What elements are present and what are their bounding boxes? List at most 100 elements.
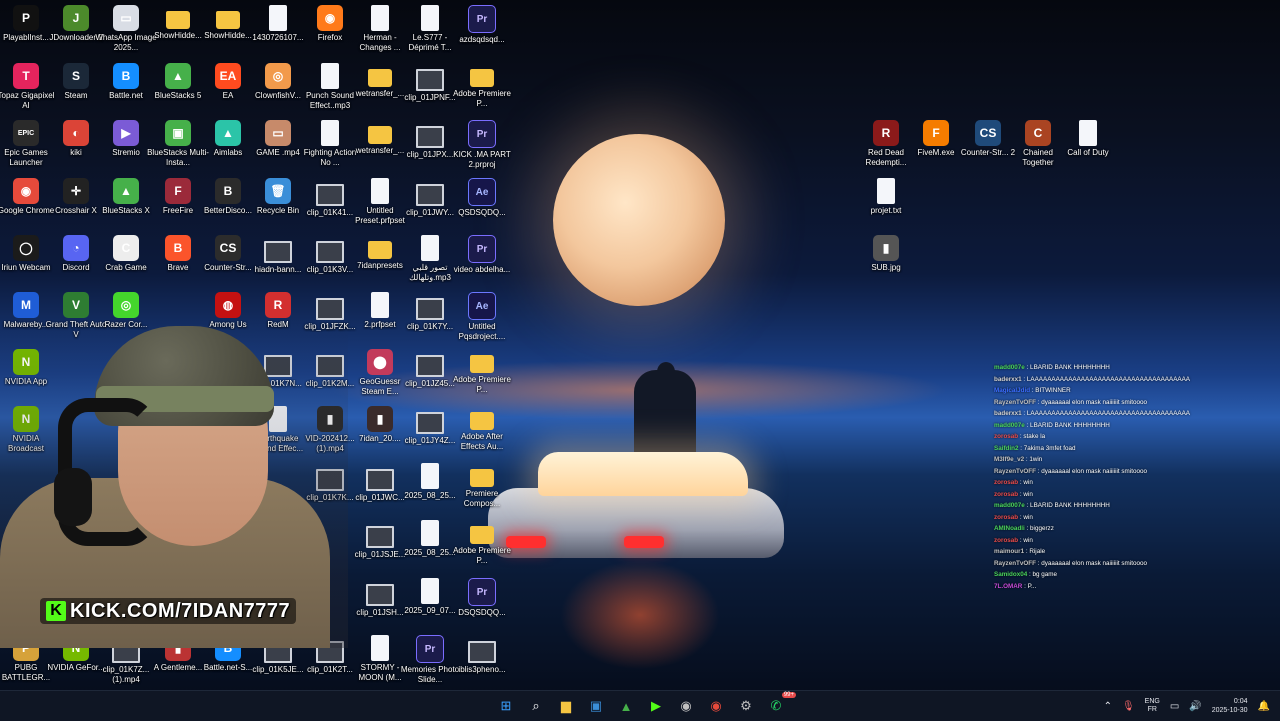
kick-icon[interactable]: ▶ bbox=[644, 694, 668, 718]
chat-username[interactable]: Samidox04 bbox=[994, 571, 1027, 578]
chat-username[interactable]: madd007e bbox=[994, 422, 1025, 429]
desktop-icon[interactable]: 2025_08_25... bbox=[404, 463, 456, 501]
file-icon bbox=[421, 463, 439, 489]
desktop-icon[interactable]: Punch Sound Effect..mp3 bbox=[304, 63, 356, 111]
video-thumbnail-icon bbox=[366, 584, 394, 606]
chat-text: : LAAAAAAAAAAAAAAAAAAAAAAAAAAAAAAAAAAAAA… bbox=[1021, 410, 1191, 417]
chat-username[interactable]: MagicalJdid bbox=[994, 387, 1030, 394]
chrome-icon[interactable]: ◉ bbox=[704, 694, 728, 718]
chat-username[interactable]: maimour1 bbox=[994, 548, 1024, 555]
start-icon[interactable]: ⊞ bbox=[494, 694, 518, 718]
desktop-icon[interactable]: Adobe Premiere P... bbox=[453, 520, 511, 566]
desktop-icon[interactable]: T Topaz Gigapixel AI bbox=[0, 63, 54, 111]
chat-username[interactable]: madd007e bbox=[994, 502, 1025, 509]
desktop-icon[interactable]: C Crab Game bbox=[100, 235, 152, 273]
desktop-icon[interactable]: clip_01JY4Z... bbox=[404, 406, 456, 446]
desktop-icon[interactable]: Pr azdsqdsqd... bbox=[456, 5, 508, 45]
microphone-icon[interactable]: 🎙 bbox=[1122, 701, 1135, 712]
chat-username[interactable]: madd007e bbox=[994, 364, 1025, 371]
desktop-icon-label: Adobe Premiere P... bbox=[453, 89, 511, 108]
whatsapp-icon[interactable]: ✆ 99+ bbox=[764, 692, 796, 718]
desktop-icon[interactable]: ▲ BlueStacks X bbox=[100, 178, 152, 216]
desktop-icon[interactable]: Adobe Premiere P... bbox=[453, 349, 511, 395]
chat-username[interactable]: zorosab bbox=[994, 433, 1018, 440]
desktop-icon[interactable]: ⬤ GeoGuessr Steam E... bbox=[354, 349, 406, 397]
desktop-icon[interactable]: F FiveM.exe bbox=[910, 120, 962, 158]
video-thumbnail-icon bbox=[316, 298, 344, 320]
chat-username[interactable]: baderxx1 bbox=[994, 410, 1022, 417]
language-indicator[interactable]: ENG FR bbox=[1145, 698, 1160, 714]
desktop-icon[interactable]: clip_01JZ45... bbox=[404, 349, 456, 389]
desktop-icon[interactable]: B Battle.net bbox=[100, 63, 152, 101]
store-icon[interactable]: ▣ bbox=[584, 694, 608, 718]
chat-username[interactable]: RayzenTvOFF bbox=[994, 399, 1036, 406]
chat-username[interactable]: Saifdin2 bbox=[994, 445, 1019, 452]
file-icon bbox=[1079, 120, 1097, 146]
chat-username[interactable]: zorosab bbox=[994, 537, 1018, 544]
chat-text: : bg game bbox=[1027, 571, 1058, 578]
desktop-icon[interactable]: Adobe Premiere P... bbox=[453, 63, 511, 109]
desktop-icon[interactable]: ▣ BlueStacks Multi-Insta... bbox=[147, 120, 209, 168]
desktop-icon[interactable]: ◎ ClownfishV... bbox=[252, 63, 304, 101]
chat-username[interactable]: M3lf9e_v2 bbox=[994, 456, 1024, 463]
desktop-icon[interactable]: Ae QSDSQDQ... bbox=[456, 178, 508, 218]
chat-username[interactable]: AMINoadli bbox=[994, 525, 1025, 532]
desktop-icon[interactable]: ▮ SUB.jpg bbox=[860, 235, 912, 273]
desktop-icon[interactable]: Pr DSQSDQQ... bbox=[456, 578, 508, 618]
desktop-icon[interactable]: Ae Untitled Pqsdroject.... bbox=[456, 292, 508, 342]
chat-username[interactable]: 7L.OMAR bbox=[994, 583, 1022, 590]
desktop-icon[interactable]: clip_01JPNF... bbox=[404, 63, 456, 103]
chat-username[interactable]: zorosab bbox=[994, 479, 1018, 486]
desktop-icon[interactable]: ▭ GAME .mp4 bbox=[252, 120, 304, 158]
chat-username[interactable]: RayzenTvOFF bbox=[994, 560, 1036, 567]
desktop-icon[interactable]: 2025_09_07... bbox=[404, 578, 456, 616]
desktop-icon[interactable]: Premiere Compos... bbox=[456, 463, 508, 509]
chat-username[interactable]: zorosab bbox=[994, 491, 1018, 498]
desktop-icon[interactable]: ▭ WhatsApp Image 2025... bbox=[95, 5, 157, 53]
file-icon bbox=[371, 178, 389, 204]
desktop-icon[interactable]: C Chained Together bbox=[1012, 120, 1064, 168]
settings-icon[interactable]: ⚙ bbox=[734, 694, 758, 718]
chat-username[interactable]: zorosab bbox=[994, 514, 1018, 521]
chat-message: zorosab : win bbox=[994, 535, 1274, 547]
app-icon: CS bbox=[975, 120, 1001, 146]
desktop-icon[interactable]: Adobe After Effects Au... bbox=[456, 406, 508, 452]
desktop-icon[interactable]: clip_01K7Y... bbox=[404, 292, 456, 332]
desktop-icon[interactable]: 2025_08_25... bbox=[404, 520, 456, 558]
app-icon: F bbox=[923, 120, 949, 146]
desktop-icon[interactable]: Fighting Action No ... bbox=[304, 120, 356, 168]
desktop-icon[interactable]: Call of Duty bbox=[1062, 120, 1114, 158]
bluestacks-icon[interactable]: ▲ bbox=[614, 694, 638, 718]
chevron-up-icon[interactable]: ⌃ bbox=[1104, 701, 1112, 712]
desktop-icon[interactable]: Untitled Preset.prfpset bbox=[354, 178, 406, 226]
chat-username[interactable]: baderxx1 bbox=[994, 376, 1022, 383]
kick-channel-url: KICK.COM/7IDAN7777 bbox=[70, 599, 291, 622]
file-explorer-icon[interactable]: ▆ bbox=[554, 694, 578, 718]
desktop-icon[interactable]: Pr Memories Photo Slide... bbox=[401, 635, 459, 685]
search-icon[interactable]: ⌕ bbox=[524, 694, 548, 718]
folder-icon bbox=[470, 412, 494, 430]
desktop-icon[interactable]: hiadn-bann... bbox=[252, 235, 304, 275]
desktop-icon[interactable]: تصور قلبي وتلهالك.mp3 bbox=[404, 235, 456, 283]
desktop-icon[interactable]: projet.txt bbox=[860, 178, 912, 216]
desktop-icon[interactable]: R Red Dead Redempti... bbox=[860, 120, 912, 168]
after-effects-project-icon: Ae bbox=[468, 292, 496, 320]
desktop-icon[interactable]: Pr video abdelha... bbox=[454, 235, 510, 275]
desktop-icon[interactable]: ▶ Stremio bbox=[100, 120, 152, 158]
desktop-icon[interactable]: 🗑 Recycle Bin bbox=[252, 178, 304, 216]
desktop-icon[interactable]: Pr KICK .MA PART 2.prproj bbox=[453, 120, 511, 170]
network-icon[interactable]: ▭ bbox=[1170, 701, 1179, 712]
obs-icon[interactable]: ◉ bbox=[674, 694, 698, 718]
desktop-icon[interactable]: clip_01JPX... bbox=[404, 120, 456, 160]
desktop-icon[interactable]: Le.S777 - Déprimé T... bbox=[404, 5, 456, 53]
speaker-icon[interactable]: 🔊 bbox=[1189, 701, 1201, 712]
app-icon: R bbox=[265, 292, 291, 318]
chat-username[interactable]: RayzenTvOFF bbox=[994, 468, 1036, 475]
desktop-icon[interactable]: 1430726107... bbox=[252, 5, 304, 43]
app-icon: B bbox=[165, 235, 191, 261]
desktop-icon[interactable]: iblis3pheno... bbox=[456, 635, 508, 675]
desktop-icon[interactable]: EPIC Epic Games Launcher bbox=[0, 120, 52, 168]
clock[interactable]: 0:04 2025-10-30 bbox=[1212, 697, 1248, 715]
notification-bell-icon[interactable]: 🔔 bbox=[1258, 701, 1270, 712]
desktop-icon[interactable]: clip_01JWY... bbox=[404, 178, 456, 218]
